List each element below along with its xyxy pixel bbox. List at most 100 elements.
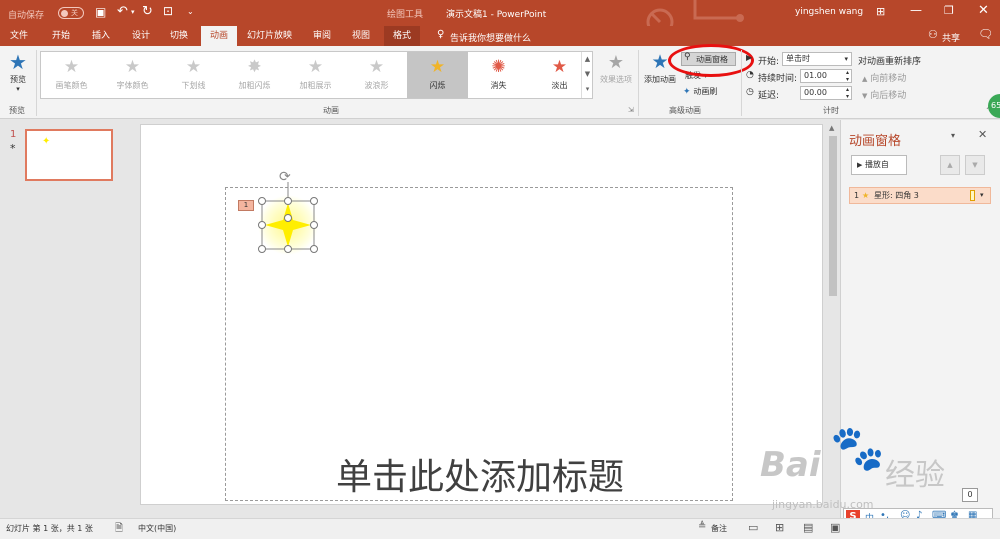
share-button[interactable]: 共享 xyxy=(942,31,960,44)
ribbon: ★ 预览 ▾ 预览 ★ 画笔颜色 ★ 字体颜色 ★ 下划线 ✸ 加粗闪烁 ★ 加… xyxy=(0,44,1000,119)
chevron-down-icon: ▾ xyxy=(16,85,20,93)
tab-view[interactable]: 视图 xyxy=(352,26,370,46)
redo-icon[interactable]: ↻ xyxy=(142,4,153,19)
effect-options-button[interactable]: ★ 效果选项 xyxy=(596,52,636,85)
gallery-item-font-color[interactable]: ★ 字体颜色 xyxy=(102,52,163,98)
start-label: 开始: xyxy=(758,57,780,67)
burst-icon: ✺ xyxy=(491,57,506,77)
vertical-scrollbar[interactable]: ▲ xyxy=(827,124,839,516)
tab-design[interactable]: 设计 xyxy=(132,26,150,46)
slideshow-view-icon[interactable]: ▣ xyxy=(830,521,840,534)
move-later-button[interactable]: ▼ 向后移动 xyxy=(862,88,906,101)
ribbon-display-options-icon[interactable]: ⊞ xyxy=(876,5,885,18)
move-down-button[interactable]: ▼ xyxy=(965,155,985,175)
animation-painter-button[interactable]: ✦ 动画刷 xyxy=(683,86,717,97)
tab-transitions[interactable]: 切换 xyxy=(170,26,188,46)
move-earlier-button[interactable]: ▲ 向前移动 xyxy=(862,71,906,84)
thumbnail-star-icon: ✦ xyxy=(42,136,51,147)
preview-group-label: 预览 xyxy=(9,106,25,115)
gallery-item-wave[interactable]: ★ 波浪形 xyxy=(346,52,407,98)
restore-icon[interactable]: ❐ xyxy=(944,4,954,17)
tab-home[interactable]: 开始 xyxy=(52,26,70,46)
scroll-up-icon[interactable]: ▲ xyxy=(582,52,593,67)
gallery-item-flicker[interactable]: ★ 闪烁 xyxy=(407,52,468,98)
duration-input[interactable]: 01.00 ▴ ▾ xyxy=(800,69,852,83)
tab-slideshow[interactable]: 幻灯片放映 xyxy=(247,26,292,46)
star-icon: ★ xyxy=(862,191,870,200)
gallery-item-bold-reveal[interactable]: ★ 加粗展示 xyxy=(285,52,346,98)
undo-icon[interactable]: ↶ xyxy=(117,4,128,19)
ribbon-tab-bar: 文件 开始 插入 设计 切换 动画 幻灯片放映 审阅 视图 格式 ♀ 告诉我你想… xyxy=(0,26,1000,46)
painter-icon: ✦ xyxy=(683,87,691,97)
tab-insert[interactable]: 插入 xyxy=(92,26,110,46)
preview-button[interactable]: ★ 预览 ▾ xyxy=(2,50,34,100)
animation-pane: 动画窗格 ▾ ✕ ▶ 播放自 ▲ ▼ 1 ★ 星形: 四角 3 ▾ xyxy=(840,120,1000,518)
user-name[interactable]: yingshen wang xyxy=(795,7,863,17)
scroll-down-icon[interactable]: ▼ xyxy=(582,67,593,82)
item-number: 1 xyxy=(854,191,860,200)
play-icon: ▶ xyxy=(857,161,863,169)
start-from-beginning-icon[interactable]: ⊡ xyxy=(163,4,173,18)
normal-view-icon[interactable]: ▭ xyxy=(748,521,758,534)
pane-options-icon[interactable]: ▾ xyxy=(951,131,955,140)
delay-input[interactable]: 00.00 ▴ ▾ xyxy=(800,86,852,100)
reorder-title: 对动画重新排序 xyxy=(858,57,922,67)
slide-number: 1 xyxy=(10,129,17,140)
slide-thumbnail[interactable]: ✦ xyxy=(25,129,113,181)
move-up-button[interactable]: ▲ xyxy=(940,155,960,175)
zoom-fit-button[interactable]: 0 xyxy=(962,488,978,502)
comments-icon[interactable]: 🗨 xyxy=(978,27,993,41)
spellcheck-icon[interactable]: 🗎 xyxy=(115,521,123,538)
chevron-down-icon[interactable]: ▾ xyxy=(980,188,984,203)
duration-label: 持续时间: xyxy=(758,74,798,84)
title-bar: 自动保存 关 ▣ ↶ ▾ ↻ ⊡ ⌄ 绘图工具 演示文稿1 - PowerPoi… xyxy=(0,0,1000,36)
language[interactable]: 中文(中国) xyxy=(138,523,176,534)
more-icon[interactable]: ▾ xyxy=(582,82,593,97)
delay-icon: ◷ xyxy=(746,87,754,97)
undo-dropdown-icon[interactable]: ▾ xyxy=(131,8,135,16)
chevron-down-icon: ▾ xyxy=(844,55,848,63)
spinner-icon[interactable]: ▴ ▾ xyxy=(846,86,849,100)
animation-order-tag[interactable]: 1 xyxy=(238,200,254,211)
reading-view-icon[interactable]: ▤ xyxy=(803,521,813,534)
move-later-label: 向后移动 xyxy=(870,91,907,101)
timeline-bar xyxy=(970,190,975,201)
autosave-toggle[interactable]: 关 xyxy=(58,7,84,19)
tell-me-input[interactable]: 告诉我你想要做什么 xyxy=(450,31,531,44)
close-pane-icon[interactable]: ✕ xyxy=(978,128,987,141)
slide-sorter-icon[interactable]: ⊞ xyxy=(775,521,784,534)
context-tool-label: 绘图工具 xyxy=(387,10,424,20)
customize-qat-icon[interactable]: ⌄ xyxy=(187,7,194,16)
star-icon: ★ xyxy=(307,57,324,77)
minimize-icon[interactable]: — xyxy=(910,3,922,17)
tab-animations[interactable]: 动画 xyxy=(201,26,238,46)
tab-review[interactable]: 审阅 xyxy=(313,26,331,46)
slide-canvas[interactable]: 单击此处添加标题 1 ⟳ xyxy=(140,124,823,505)
start-select[interactable]: 单击时 ▾ xyxy=(782,52,852,66)
gallery-item-bold-flash[interactable]: ✸ 加粗闪烁 xyxy=(224,52,285,98)
star-icon: ★ xyxy=(63,57,80,77)
scroll-up-icon[interactable]: ▲ xyxy=(829,124,834,132)
move-earlier-label: 向前移动 xyxy=(870,74,907,84)
thumbnail-pane: 1 * ✦ xyxy=(0,120,140,518)
gallery-item-underline[interactable]: ★ 下划线 xyxy=(163,52,224,98)
tab-format[interactable]: 格式 xyxy=(384,26,421,46)
animation-list-item[interactable]: 1 ★ 星形: 四角 3 ▾ xyxy=(849,187,991,204)
gallery-scroll[interactable]: ▲ ▼ ▾ xyxy=(581,52,593,98)
tab-file[interactable]: 文件 xyxy=(10,26,28,46)
gallery-item-brush-color[interactable]: ★ 画笔颜色 xyxy=(41,52,102,98)
close-icon[interactable]: ✕ xyxy=(978,3,989,18)
add-animation-label: 添加动画 xyxy=(644,75,676,84)
notes-icon[interactable]: ≜ xyxy=(698,521,706,532)
dialog-launcher-icon[interactable]: ⇲ xyxy=(628,106,634,114)
gallery-item-label: 画笔颜色 xyxy=(55,81,88,90)
scroll-thumb[interactable] xyxy=(829,136,837,296)
notes-button[interactable]: 备注 xyxy=(711,523,727,534)
start-icon: ▶ xyxy=(746,53,753,62)
play-from-button[interactable]: ▶ 播放自 xyxy=(851,155,907,175)
four-point-star-shape[interactable]: ⟳ xyxy=(253,165,323,257)
save-icon[interactable]: ▣ xyxy=(95,5,106,19)
gallery-item-disappear[interactable]: ✺ 消失 xyxy=(468,52,529,98)
advanced-group-label: 高级动画 xyxy=(669,106,701,115)
spinner-icon[interactable]: ▴ ▾ xyxy=(846,69,849,83)
